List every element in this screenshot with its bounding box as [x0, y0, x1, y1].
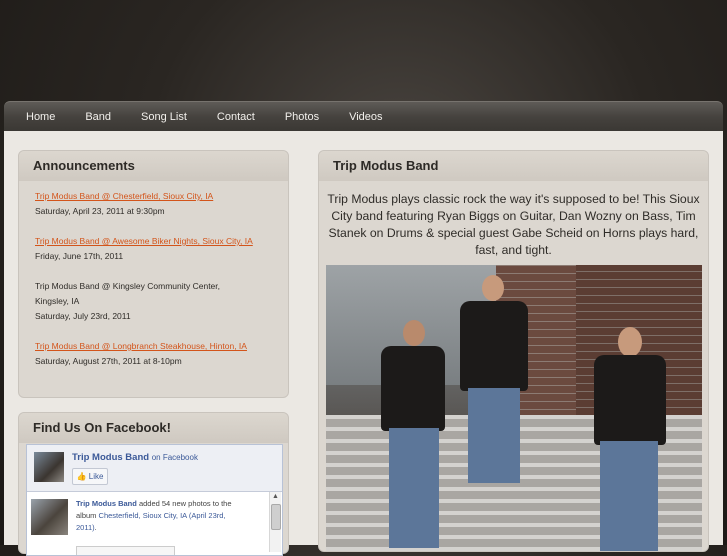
announcements-title: Announcements — [19, 151, 288, 181]
like-button[interactable]: 👍 Like — [72, 468, 108, 485]
event-item: Trip Modus Band @ Chesterfield, Sioux Ci… — [35, 189, 272, 219]
announcements-panel: Announcements Trip Modus Band @ Chesterf… — [18, 150, 289, 398]
main-nav: Home Band Song List Contact Photos Video… — [4, 101, 723, 132]
page-name-link[interactable]: Trip Modus Band — [72, 452, 149, 463]
scroll-up-icon[interactable]: ▲ — [270, 492, 281, 502]
band-photo — [326, 265, 702, 551]
more-box — [76, 546, 175, 555]
event-item: Trip Modus Band @ Kingsley Community Cen… — [35, 279, 272, 324]
thumbs-up-icon: 👍 — [76, 472, 87, 481]
post-author[interactable]: Trip Modus Band — [76, 499, 137, 508]
event-link[interactable]: Trip Modus Band @ Chesterfield, Sioux Ci… — [35, 191, 213, 201]
on-facebook-text: on Facebook — [151, 453, 198, 462]
nav-contact[interactable]: Contact — [202, 102, 270, 132]
post-end: . — [94, 523, 97, 532]
content-area: Announcements Trip Modus Band @ Chesterf… — [4, 131, 723, 556]
event-text: Trip Modus Band @ Kingsley Community Cen… — [35, 281, 220, 291]
band-panel: Trip Modus Band Trip Modus plays classic… — [318, 150, 709, 552]
event-item: Trip Modus Band @ Longbranch Steakhouse,… — [35, 339, 272, 369]
like-label: Like — [88, 472, 104, 481]
band-title: Trip Modus Band — [319, 151, 708, 181]
event-date: Saturday, July 23rd, 2011 — [35, 311, 131, 321]
facebook-widget: Trip Modus Band on Facebook 👍 Like Trip … — [26, 444, 283, 556]
facebook-panel: Find Us On Facebook! Trip Modus Band on … — [18, 412, 289, 556]
scroll-thumb[interactable] — [270, 504, 281, 530]
nav-videos[interactable]: Videos — [334, 102, 397, 132]
post-album-link[interactable]: Chesterfield, Sioux City, IA (April 23rd… — [76, 511, 226, 532]
event-item: Trip Modus Band @ Awesome Biker Nights, … — [35, 234, 272, 264]
event-date: Friday, June 17th, 2011 — [35, 251, 124, 261]
facebook-title: Find Us On Facebook! — [19, 413, 288, 443]
post-thumbnail[interactable] — [31, 499, 68, 535]
event-text: Kingsley, IA — [35, 296, 80, 306]
nav-photos[interactable]: Photos — [270, 102, 334, 132]
event-date: Saturday, August 27th, 2011 at 8-10pm — [35, 356, 182, 366]
scrollbar[interactable]: ▲ — [269, 492, 281, 552]
band-description: Trip Modus plays classic rock the way it… — [327, 192, 700, 257]
event-link[interactable]: Trip Modus Band @ Awesome Biker Nights, … — [35, 236, 253, 246]
nav-home[interactable]: Home — [4, 102, 70, 132]
nav-band[interactable]: Band — [70, 102, 126, 132]
event-link[interactable]: Trip Modus Band @ Longbranch Steakhouse,… — [35, 341, 247, 351]
event-date: Saturday, April 23, 2011 at 9:30pm — [35, 206, 165, 216]
nav-song-list[interactable]: Song List — [126, 102, 202, 132]
page-avatar[interactable] — [34, 452, 64, 482]
facebook-post: Trip Modus Band added 54 new photos to t… — [27, 492, 282, 555]
